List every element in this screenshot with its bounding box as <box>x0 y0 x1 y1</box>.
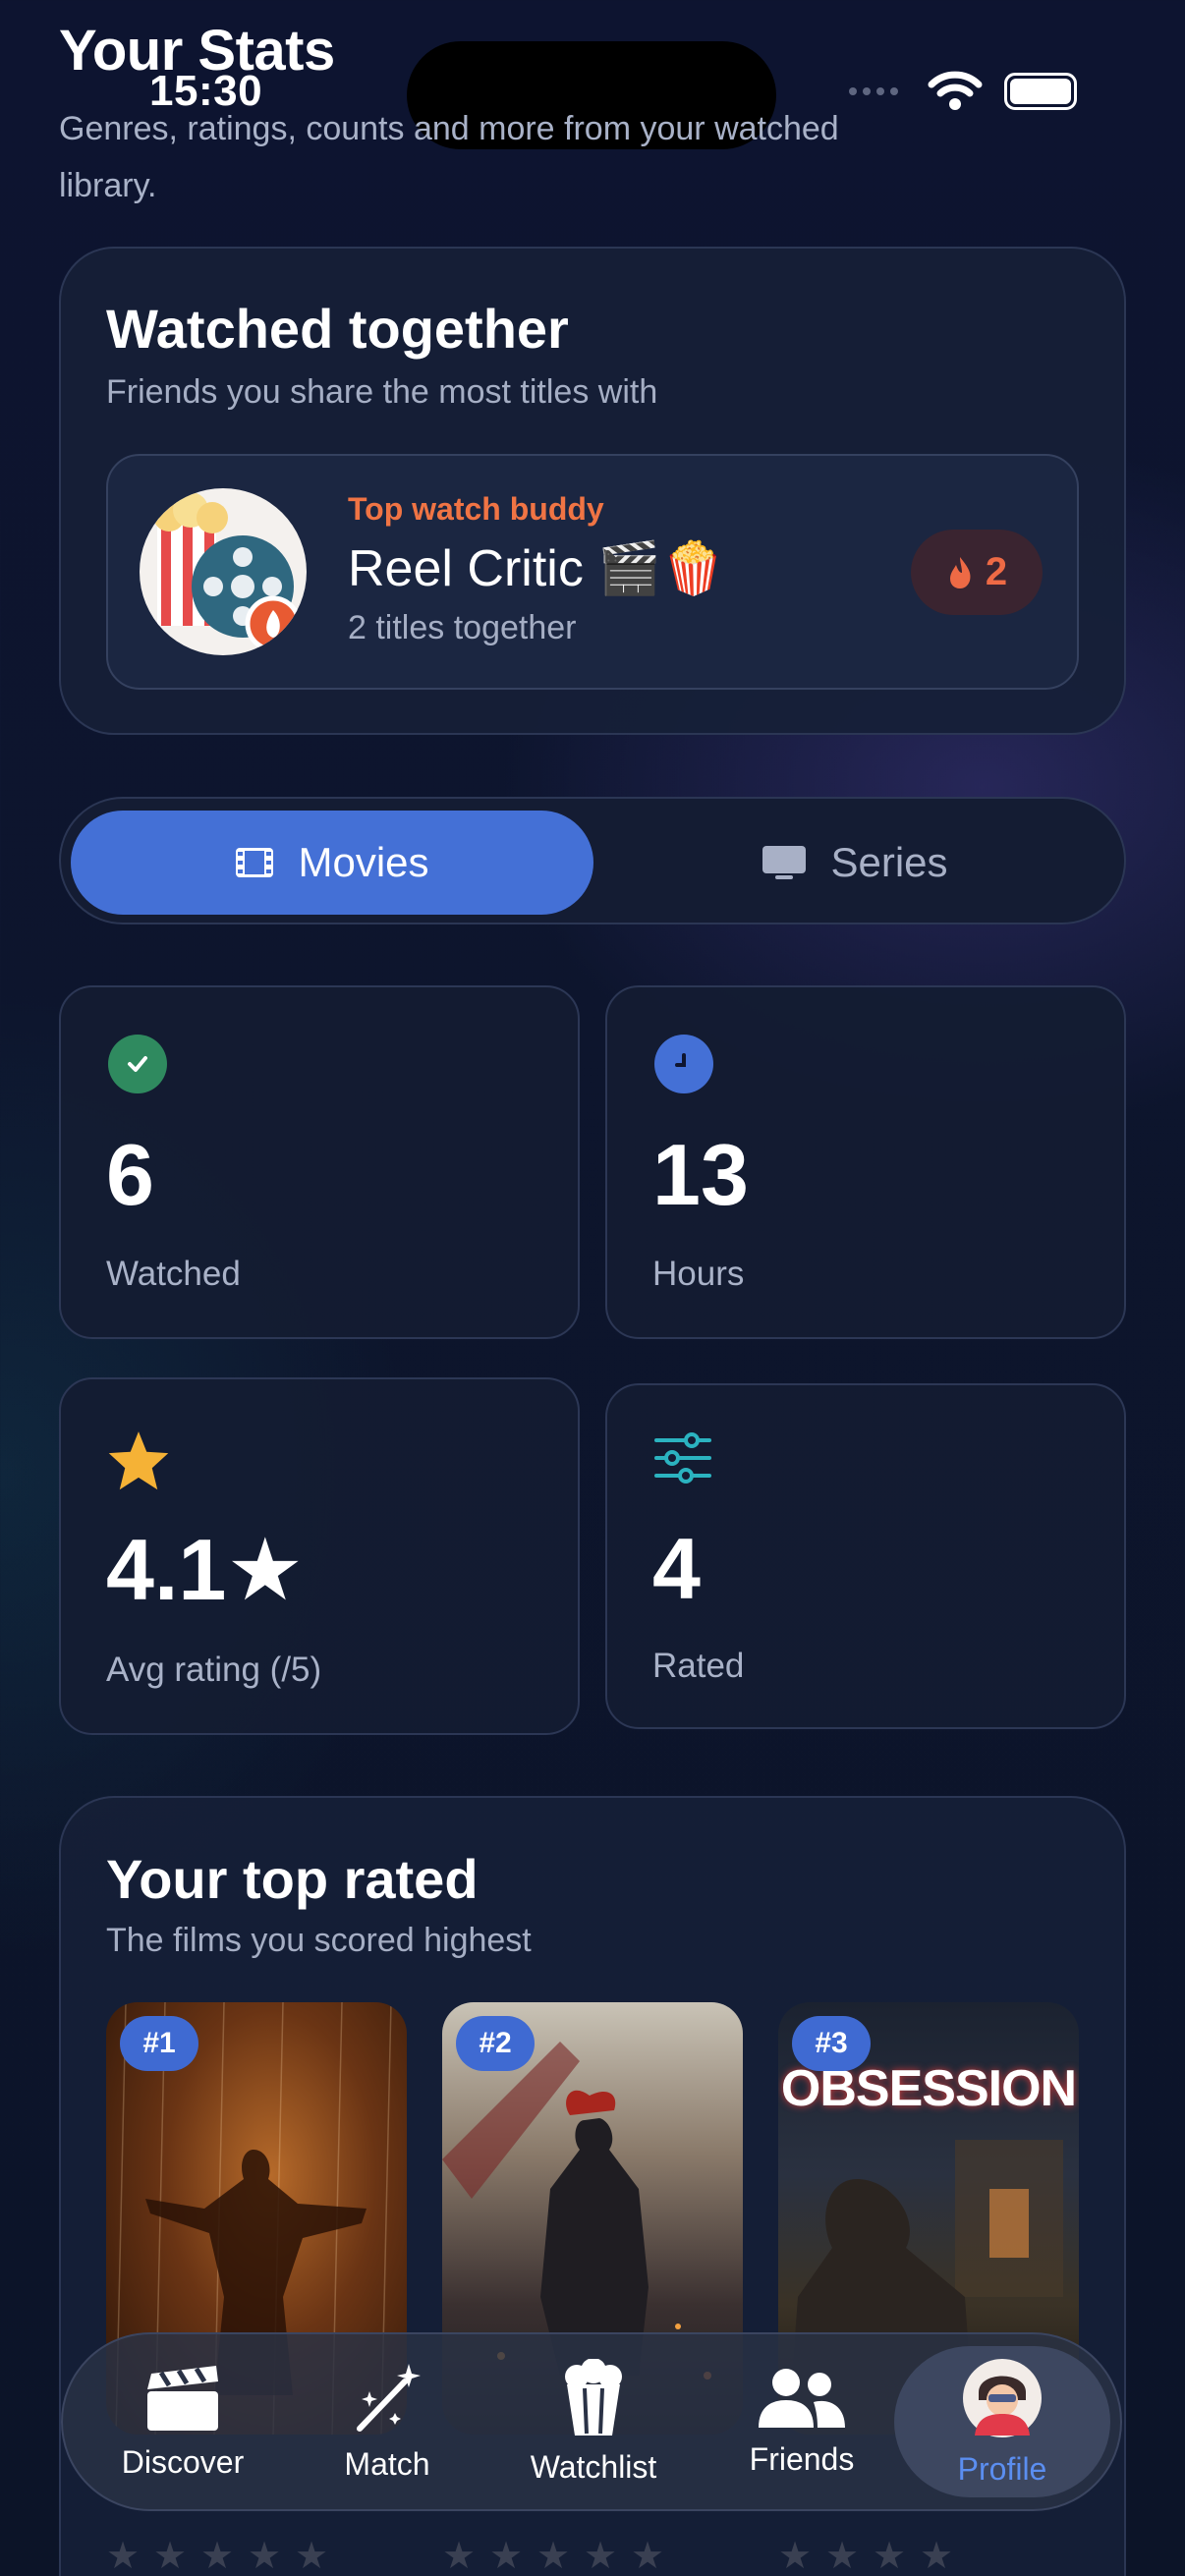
tab-match[interactable]: Match <box>289 2332 485 2511</box>
buddy-avatar[interactable] <box>140 488 307 655</box>
tab-match-label: Match <box>344 2445 430 2482</box>
rank-badge: #2 <box>456 2016 535 2071</box>
top-rated-subtitle: The films you scored highest <box>106 1922 532 1959</box>
tab-discover-label: Discover <box>121 2443 245 2480</box>
sliders-icon <box>654 1432 711 1484</box>
stat-label: Rated <box>652 1647 745 1685</box>
stat-card-watched: 6 Watched <box>59 985 580 1339</box>
tab-profile[interactable]: Profile <box>904 2332 1100 2511</box>
check-icon <box>108 1035 167 1093</box>
stat-label: Watched <box>106 1255 241 1293</box>
tab-profile-label: Profile <box>957 2450 1047 2487</box>
buddy-label: Top watch buddy <box>348 491 604 527</box>
segment-series-label: Series <box>830 839 948 885</box>
battery-icon <box>1004 73 1077 110</box>
shared-count-badge: 2 <box>911 530 1043 615</box>
badge-value: 2 <box>985 550 1008 593</box>
stat-value: 4 <box>652 1520 701 1617</box>
watched-together-subtitle: Friends you share the most titles with <box>106 373 658 411</box>
wifi-icon <box>928 71 983 110</box>
top-rated-title: Your top rated <box>106 1848 479 1910</box>
signal-icon <box>849 87 898 95</box>
stat-card-rated: 4 Rated <box>605 1383 1126 1729</box>
buddy-name: Reel Critic 🎬🍿 <box>348 540 725 597</box>
tab-friends[interactable]: Friends <box>704 2332 900 2511</box>
stat-value: 13 <box>652 1126 749 1223</box>
stat-card-hours: 13 Hours <box>605 985 1126 1339</box>
tv-icon <box>762 846 807 879</box>
status-icons <box>849 71 1077 112</box>
page-subtitle: Genres, ratings, counts and more from yo… <box>59 110 839 204</box>
clock-icon <box>654 1035 713 1093</box>
magic-wand-icon <box>357 2363 421 2432</box>
poster-1-stars: ★ ★ ★ ★ ★ <box>106 2536 329 2576</box>
tab-watchlist-label: Watchlist <box>530 2448 657 2485</box>
star-icon <box>108 1431 169 1490</box>
stat-value: 4.1★ <box>106 1521 305 1618</box>
stat-label: Hours <box>652 1255 745 1293</box>
poster-3-stars: ★ ★ ★ ★ <box>778 2536 954 2576</box>
tab-friends-label: Friends <box>749 2440 855 2477</box>
flame-icon <box>949 556 971 588</box>
rank-badge: #1 <box>120 2016 198 2071</box>
watched-together-title: Watched together <box>106 298 569 360</box>
segment-series[interactable]: Series <box>593 811 1116 915</box>
tab-watchlist[interactable]: Watchlist <box>495 2332 692 2511</box>
stat-value: 6 <box>106 1126 154 1223</box>
avatar-icon <box>963 2358 1042 2437</box>
stat-card-avg-rating: 4.1★ Avg rating (/5) <box>59 1377 580 1735</box>
people-icon <box>759 2368 845 2428</box>
segment-movies-label: Movies <box>298 839 429 885</box>
film-icon <box>236 848 274 877</box>
poster-2-stars: ★ ★ ★ ★ ★ <box>442 2536 665 2576</box>
tab-discover[interactable]: Discover <box>85 2332 281 2511</box>
clapperboard-icon <box>147 2365 218 2431</box>
rank-badge: #3 <box>792 2016 871 2071</box>
stat-label: Avg rating (/5) <box>106 1651 322 1689</box>
buddy-shared-count: 2 titles together <box>348 609 577 646</box>
segment-movies[interactable]: Movies <box>71 811 593 915</box>
popcorn-icon <box>565 2358 622 2436</box>
media-type-toggle: Movies Series <box>59 797 1126 924</box>
